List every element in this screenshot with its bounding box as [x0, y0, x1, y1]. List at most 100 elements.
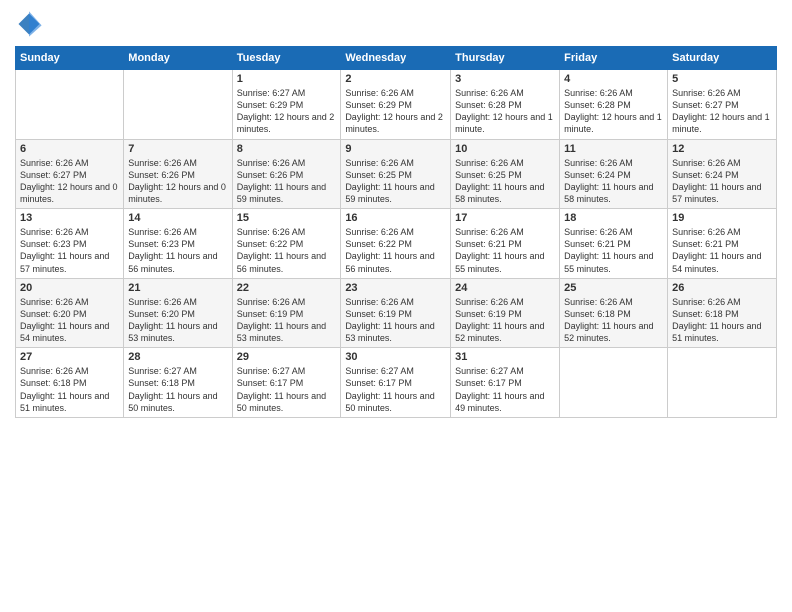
weekday-header-sunday: Sunday — [16, 47, 124, 70]
day-number: 26 — [672, 282, 772, 294]
calendar-cell — [560, 348, 668, 418]
week-row-1: 1Sunrise: 6:27 AMSunset: 6:29 PMDaylight… — [16, 70, 777, 140]
calendar-cell — [124, 70, 232, 140]
calendar-cell: 13 Sunrise: 6:26 AMSunset: 6:23 PMDayligh… — [16, 209, 124, 279]
calendar-cell: 16 Sunrise: 6:26 AMSunset: 6:22 PMDayligh… — [341, 209, 451, 279]
logo — [15, 10, 47, 38]
calendar-cell: 12Sunrise: 6:26 AMSunset: 6:24 PMDayligh… — [668, 139, 777, 209]
day-info: Sunrise: 6:26 AMSunset: 6:19 PMDaylight:… — [455, 296, 555, 345]
day-info: Sunrise: 6:26 AMSunset: 6:28 PMDaylight:… — [455, 87, 555, 136]
day-number: 25 — [564, 282, 663, 294]
calendar-cell: 4 Sunrise: 6:26 AMSunset: 6:28 PMDaylight… — [560, 70, 668, 140]
calendar-cell: 30 Sunrise: 6:27 AMSunset: 6:17 PMDayligh… — [341, 348, 451, 418]
weekday-header-friday: Friday — [560, 47, 668, 70]
day-number: 14 — [128, 212, 227, 224]
calendar-cell: 6 Sunrise: 6:26 AMSunset: 6:27 PMDaylight… — [16, 139, 124, 209]
day-info: Sunrise: 6:26 AMSunset: 6:27 PMDaylight:… — [20, 157, 119, 206]
day-number: 8 — [237, 143, 337, 155]
calendar-cell: 26 Sunrise: 6:26 AMSunset: 6:18 PMDayligh… — [668, 278, 777, 348]
calendar-cell: 22Sunrise: 6:26 AMSunset: 6:19 PMDayligh… — [232, 278, 341, 348]
weekday-header-row: SundayMondayTuesdayWednesdayThursdayFrid… — [16, 47, 777, 70]
day-number: 5 — [672, 73, 772, 85]
day-info: Sunrise: 6:26 AMSunset: 6:18 PMDaylight:… — [20, 365, 119, 414]
day-number: 27 — [20, 351, 119, 363]
day-number: 10 — [455, 143, 555, 155]
day-info: Sunrise: 6:26 AMSunset: 6:19 PMDaylight:… — [345, 296, 446, 345]
calendar-cell — [668, 348, 777, 418]
day-number: 19 — [672, 212, 772, 224]
day-number: 21 — [128, 282, 227, 294]
day-info: Sunrise: 6:27 AMSunset: 6:17 PMDaylight:… — [455, 365, 555, 414]
calendar-cell: 15 Sunrise: 6:26 AMSunset: 6:22 PMDayligh… — [232, 209, 341, 279]
calendar-cell: 11 Sunrise: 6:26 AMSunset: 6:24 PMDayligh… — [560, 139, 668, 209]
calendar-cell: 31 Sunrise: 6:27 AMSunset: 6:17 PMDayligh… — [451, 348, 560, 418]
calendar-table: SundayMondayTuesdayWednesdayThursdayFrid… — [15, 46, 777, 418]
page: SundayMondayTuesdayWednesdayThursdayFrid… — [0, 0, 792, 612]
day-number: 3 — [455, 73, 555, 85]
day-info: Sunrise: 6:26 AMSunset: 6:20 PMDaylight:… — [128, 296, 227, 345]
day-number: 11 — [564, 143, 663, 155]
day-info: Sunrise: 6:26 AMSunset: 6:20 PMDaylight:… — [20, 296, 119, 345]
day-number: 20 — [20, 282, 119, 294]
day-info: Sunrise: 6:26 AMSunset: 6:27 PMDaylight:… — [672, 87, 772, 136]
weekday-header-saturday: Saturday — [668, 47, 777, 70]
day-info: Sunrise: 6:26 AMSunset: 6:24 PMDaylight:… — [564, 157, 663, 206]
calendar-cell: 29Sunrise: 6:27 AMSunset: 6:17 PMDayligh… — [232, 348, 341, 418]
day-info: Sunrise: 6:26 AMSunset: 6:22 PMDaylight:… — [345, 226, 446, 275]
day-number: 18 — [564, 212, 663, 224]
day-info: Sunrise: 6:26 AMSunset: 6:25 PMDaylight:… — [455, 157, 555, 206]
day-number: 12 — [672, 143, 772, 155]
week-row-4: 20 Sunrise: 6:26 AMSunset: 6:20 PMDayligh… — [16, 278, 777, 348]
header — [15, 10, 777, 38]
calendar-cell: 14 Sunrise: 6:26 AMSunset: 6:23 PMDayligh… — [124, 209, 232, 279]
calendar-cell: 9 Sunrise: 6:26 AMSunset: 6:25 PMDaylight… — [341, 139, 451, 209]
day-number: 31 — [455, 351, 555, 363]
day-info: Sunrise: 6:26 AMSunset: 6:28 PMDaylight:… — [564, 87, 663, 136]
day-number: 17 — [455, 212, 555, 224]
week-row-2: 6 Sunrise: 6:26 AMSunset: 6:27 PMDaylight… — [16, 139, 777, 209]
calendar-cell: 25Sunrise: 6:26 AMSunset: 6:18 PMDayligh… — [560, 278, 668, 348]
day-info: Sunrise: 6:26 AMSunset: 6:25 PMDaylight:… — [345, 157, 446, 206]
day-info: Sunrise: 6:26 AMSunset: 6:23 PMDaylight:… — [128, 226, 227, 275]
day-info: Sunrise: 6:27 AMSunset: 6:18 PMDaylight:… — [128, 365, 227, 414]
weekday-header-monday: Monday — [124, 47, 232, 70]
day-number: 15 — [237, 212, 337, 224]
day-info: Sunrise: 6:26 AMSunset: 6:22 PMDaylight:… — [237, 226, 337, 275]
calendar-cell: 8 Sunrise: 6:26 AMSunset: 6:26 PMDaylight… — [232, 139, 341, 209]
day-number: 9 — [345, 143, 446, 155]
day-number: 13 — [20, 212, 119, 224]
day-number: 23 — [345, 282, 446, 294]
calendar-cell: 27 Sunrise: 6:26 AMSunset: 6:18 PMDayligh… — [16, 348, 124, 418]
calendar-cell: 10 Sunrise: 6:26 AMSunset: 6:25 PMDayligh… — [451, 139, 560, 209]
calendar-cell — [16, 70, 124, 140]
day-info: Sunrise: 6:27 AMSunset: 6:29 PMDaylight:… — [237, 87, 337, 136]
weekday-header-thursday: Thursday — [451, 47, 560, 70]
day-number: 2 — [345, 73, 446, 85]
calendar-cell: 18 Sunrise: 6:26 AMSunset: 6:21 PMDayligh… — [560, 209, 668, 279]
day-info: Sunrise: 6:27 AMSunset: 6:17 PMDaylight:… — [345, 365, 446, 414]
weekday-header-wednesday: Wednesday — [341, 47, 451, 70]
calendar-cell: 7Sunrise: 6:26 AMSunset: 6:26 PMDaylight… — [124, 139, 232, 209]
calendar-cell: 24 Sunrise: 6:26 AMSunset: 6:19 PMDayligh… — [451, 278, 560, 348]
day-number: 30 — [345, 351, 446, 363]
calendar-cell: 5 Sunrise: 6:26 AMSunset: 6:27 PMDaylight… — [668, 70, 777, 140]
day-number: 22 — [237, 282, 337, 294]
day-number: 24 — [455, 282, 555, 294]
day-info: Sunrise: 6:26 AMSunset: 6:21 PMDaylight:… — [564, 226, 663, 275]
day-number: 16 — [345, 212, 446, 224]
calendar-cell: 1Sunrise: 6:27 AMSunset: 6:29 PMDaylight… — [232, 70, 341, 140]
day-info: Sunrise: 6:26 AMSunset: 6:18 PMDaylight:… — [672, 296, 772, 345]
calendar-cell: 19Sunrise: 6:26 AMSunset: 6:21 PMDayligh… — [668, 209, 777, 279]
day-info: Sunrise: 6:26 AMSunset: 6:23 PMDaylight:… — [20, 226, 119, 275]
day-number: 4 — [564, 73, 663, 85]
day-info: Sunrise: 6:26 AMSunset: 6:29 PMDaylight:… — [345, 87, 446, 136]
calendar-cell: 2 Sunrise: 6:26 AMSunset: 6:29 PMDaylight… — [341, 70, 451, 140]
calendar-cell: 21 Sunrise: 6:26 AMSunset: 6:20 PMDayligh… — [124, 278, 232, 348]
weekday-header-tuesday: Tuesday — [232, 47, 341, 70]
calendar-cell: 17Sunrise: 6:26 AMSunset: 6:21 PMDayligh… — [451, 209, 560, 279]
day-info: Sunrise: 6:26 AMSunset: 6:26 PMDaylight:… — [237, 157, 337, 206]
day-number: 7 — [128, 143, 227, 155]
calendar-cell: 23 Sunrise: 6:26 AMSunset: 6:19 PMDayligh… — [341, 278, 451, 348]
day-number: 29 — [237, 351, 337, 363]
day-number: 6 — [20, 143, 119, 155]
